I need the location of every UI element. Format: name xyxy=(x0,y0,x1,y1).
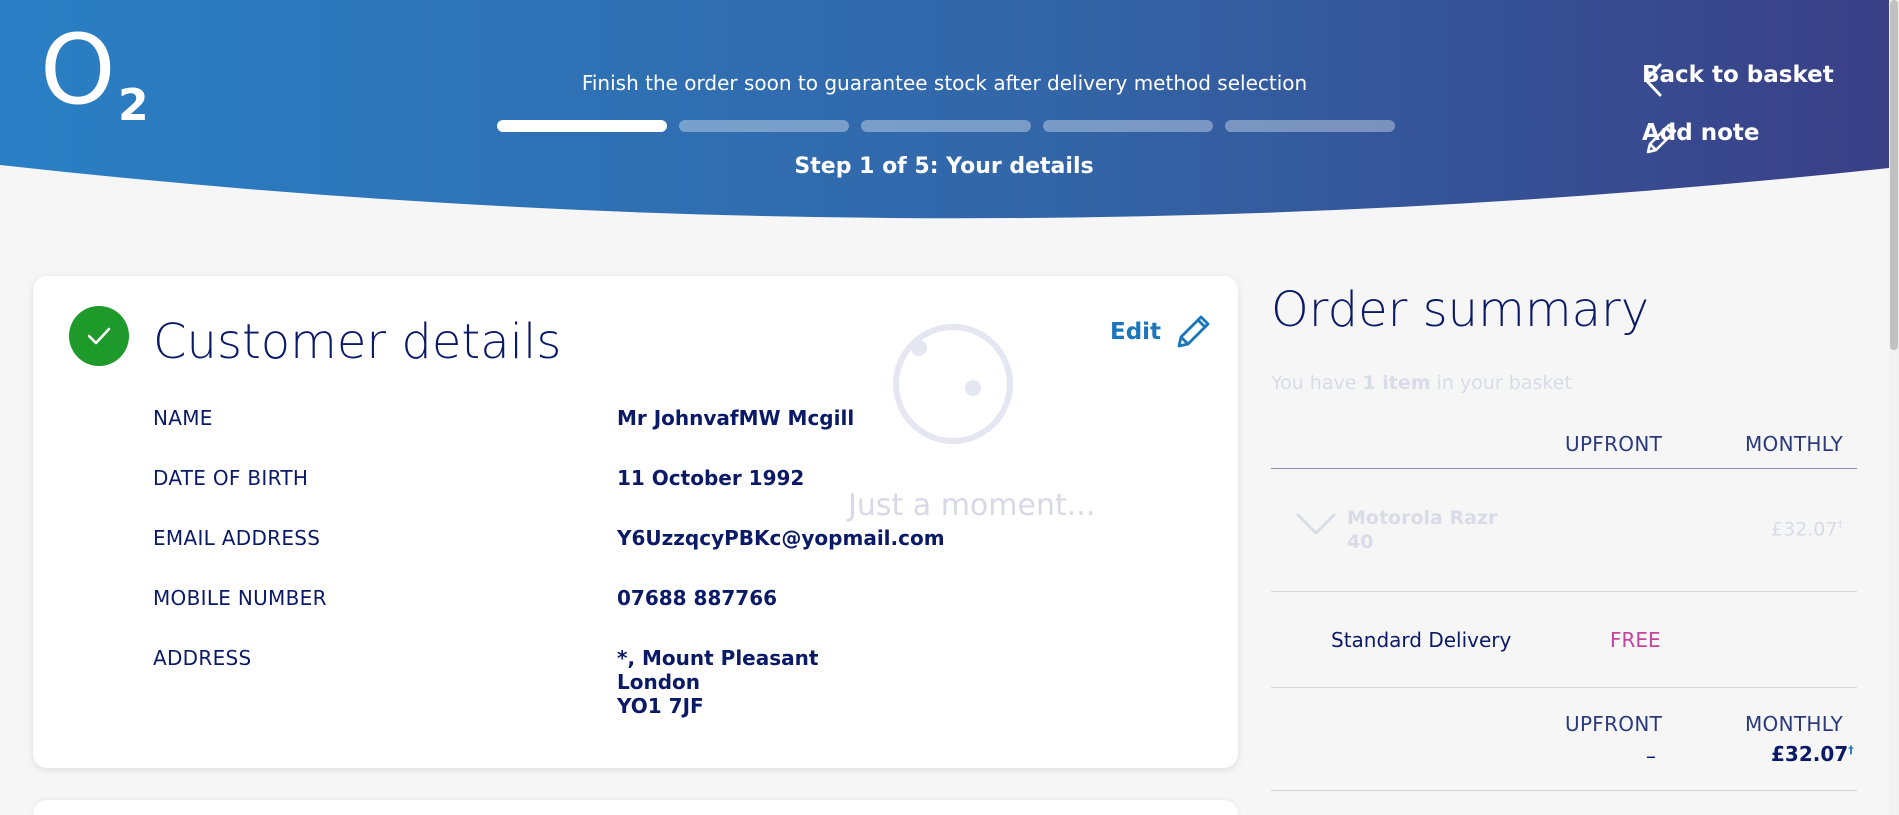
order-summary-title: Order summary xyxy=(1271,282,1650,338)
dagger-mark: † xyxy=(1837,518,1843,531)
basket-item-name: Motorola Razr 40 xyxy=(1347,506,1497,554)
field-label: ADDRESS xyxy=(153,646,252,670)
completed-check-icon xyxy=(69,306,129,366)
progress-segment-3 xyxy=(861,120,1031,132)
stock-message-text: Finish the order soon to guarantee stock… xyxy=(581,71,1308,95)
basket-count-text: You have 1 item in your basket xyxy=(1271,372,1572,394)
progress-segment-4 xyxy=(1043,120,1213,132)
address-line: YO1 7JF xyxy=(617,694,704,718)
edit-label: Edit xyxy=(1110,319,1162,345)
basket-count-prefix: You have xyxy=(1271,372,1363,394)
field-value: 07688 887766 xyxy=(617,586,778,610)
field-label: EMAIL ADDRESS xyxy=(153,526,321,550)
address-line: *, Mount Pleasant xyxy=(617,646,819,670)
basket-count-bold: 1 item xyxy=(1362,372,1431,394)
progress-segment-5 xyxy=(1225,120,1395,132)
scrollbar-thumb[interactable] xyxy=(1890,0,1898,350)
column-header-monthly: MONTHLY xyxy=(1745,432,1844,456)
divider xyxy=(1271,591,1857,592)
loading-text: Just a moment... xyxy=(848,488,1096,523)
field-label: NAME xyxy=(153,406,213,430)
pencil-icon xyxy=(1646,123,1677,154)
progress-segment-1 xyxy=(497,120,667,132)
field-label: MOBILE NUMBER xyxy=(153,586,327,610)
add-note-link[interactable]: Add note xyxy=(1642,120,1760,154)
back-to-basket-link[interactable]: Back to basket xyxy=(1642,62,1834,97)
item-name-line: 40 xyxy=(1347,531,1374,553)
back-to-basket-label: Back to basket xyxy=(1642,62,1834,88)
logo-letter: O xyxy=(40,14,116,126)
stock-message: Finish the order soon to guarantee stock… xyxy=(0,71,1889,95)
basket-count-suffix: in your basket xyxy=(1430,372,1572,394)
field-value: 11 October 1992 xyxy=(617,466,805,490)
header-banner: O 2 Finish the order soon to guarantee s… xyxy=(0,0,1889,230)
customer-details-card: Customer details Edit Just a moment... N… xyxy=(33,276,1238,768)
pencil-icon xyxy=(1177,315,1210,348)
o2-logo[interactable]: O 2 xyxy=(40,22,149,131)
total-header-upfront: UPFRONT xyxy=(1565,712,1663,736)
column-header-upfront: UPFRONT xyxy=(1565,432,1663,456)
header-background xyxy=(0,0,1889,219)
field-label: DATE OF BIRTH xyxy=(153,466,309,490)
chevron-left-icon xyxy=(1644,63,1662,97)
item-price-value: £32.07 xyxy=(1771,518,1838,541)
delivery-price: FREE xyxy=(1610,628,1661,652)
divider xyxy=(1271,468,1857,469)
divider xyxy=(1271,790,1857,791)
address-line: London xyxy=(617,670,701,694)
total-monthly-value: £32.07† xyxy=(1771,742,1854,766)
total-header-monthly: MONTHLY xyxy=(1745,712,1844,736)
progress-bar xyxy=(497,120,1395,132)
total-upfront-value: – xyxy=(1646,744,1656,768)
next-section-card xyxy=(33,800,1238,815)
field-value: Mr JohnvafMW Mcgill xyxy=(617,406,855,430)
step-indicator: Step 1 of 5: Your details xyxy=(794,154,1094,179)
progress-segment-2 xyxy=(679,120,849,132)
delivery-label: Standard Delivery xyxy=(1331,628,1512,652)
basket-item-price: £32.07† xyxy=(1771,518,1843,540)
field-value-address: *, Mount Pleasant London YO1 7JF xyxy=(617,646,1117,718)
customer-details-title: Customer details xyxy=(153,314,562,370)
edit-customer-button[interactable]: Edit xyxy=(1110,312,1213,352)
chevron-down-icon[interactable] xyxy=(1295,512,1337,536)
divider xyxy=(1271,687,1857,688)
item-name-line: Motorola Razr xyxy=(1347,507,1498,529)
total-monthly-amount: £32.07 xyxy=(1771,742,1849,766)
field-value: Y6UzzqcyPBKc@yopmail.com xyxy=(617,526,945,550)
dagger-mark: † xyxy=(1848,743,1854,757)
